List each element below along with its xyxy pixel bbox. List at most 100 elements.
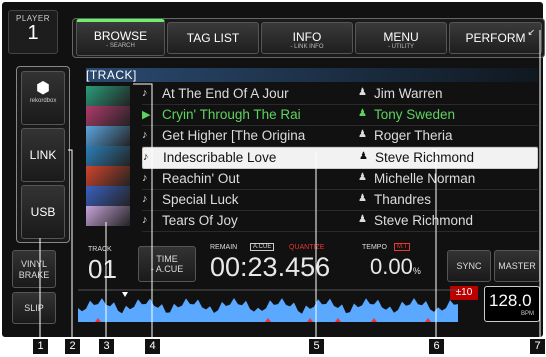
tab-menu[interactable]: MENU - UTILITY xyxy=(355,22,447,54)
tempo-unit: % xyxy=(412,266,421,276)
rekordbox-button[interactable]: ⬢ rekordbox xyxy=(21,71,65,125)
track-row[interactable]: ♪ Tears Of Joy ♟ Steve Richmond xyxy=(142,211,538,232)
track-title: Special Luck xyxy=(162,192,239,207)
artwork-thumb xyxy=(86,146,130,166)
usb-button[interactable]: USB xyxy=(21,185,65,239)
sync-button[interactable]: SYNC xyxy=(447,250,491,282)
track-artist: Jim Warren xyxy=(374,86,443,101)
person-icon: ♟ xyxy=(358,129,367,140)
artwork-thumb xyxy=(86,206,130,226)
track-list: ♪ At The End Of A Jour ♟ Jim Warren ▶ Cr… xyxy=(142,84,538,232)
tab-bar: BROWSE - SEARCH TAG LIST INFO - LINK INF… xyxy=(72,18,545,58)
music-note-icon: ♪ xyxy=(142,87,148,99)
tempo-value: 0.00 xyxy=(370,254,413,279)
artwork-thumb xyxy=(86,106,130,126)
track-title: Tears Of Joy xyxy=(162,213,238,228)
track-artist: Thandres xyxy=(374,192,432,207)
track-row[interactable]: ♪ Indescribable Love ♟ Steve Richmond xyxy=(142,147,538,169)
track-row[interactable]: ♪ Special Luck ♟ Thandres xyxy=(142,190,538,211)
person-icon: ♟ xyxy=(358,108,367,119)
master-label: MASTER xyxy=(498,261,536,271)
tab-perform[interactable]: PERFORM ↙ xyxy=(449,22,542,54)
auto-cue-tag: A.CUE xyxy=(250,243,275,251)
track-title: Cryin' Through The Rai xyxy=(162,107,301,122)
callout-7: 7 xyxy=(530,339,545,354)
auto-cue-label: - A.CUE xyxy=(150,264,184,274)
tab-menu-label: MENU xyxy=(383,30,419,44)
callout-4: 4 xyxy=(145,339,160,354)
person-icon: ♟ xyxy=(358,87,367,98)
usb-label: USB xyxy=(30,205,56,219)
callout-1: 1 xyxy=(33,339,48,354)
player-number: 1 xyxy=(27,22,39,44)
master-tempo-tag: M.T xyxy=(394,243,411,251)
bpm-display: 128.0 BPM xyxy=(484,286,540,322)
tempo-label: TEMPO xyxy=(362,244,387,251)
music-note-icon: ♪ xyxy=(142,129,148,141)
track-row[interactable]: ♪ Reachin' Out ♟ Michelle Norman xyxy=(142,169,538,190)
track-title: Reachin' Out xyxy=(162,171,240,186)
quantize-indicator: QUANTIZE xyxy=(289,244,325,251)
person-icon: ♟ xyxy=(358,172,367,183)
category-header: [TRACK] xyxy=(86,68,137,82)
bpm-value: 128.0 xyxy=(489,291,532,310)
tab-menu-sub: - UTILITY xyxy=(387,44,414,50)
tempo-value-display: 0.00% xyxy=(370,254,421,280)
callout-5: 5 xyxy=(309,339,324,354)
track-artist: Roger Theria xyxy=(374,128,453,143)
slip-button[interactable]: SLIP xyxy=(12,292,56,324)
rekordbox-label: rekordbox xyxy=(29,98,57,104)
tab-info[interactable]: INFO - LINK INFO xyxy=(261,22,353,54)
slip-label: SLIP xyxy=(24,303,44,313)
tab-tag-list[interactable]: TAG LIST xyxy=(167,22,259,54)
rekordbox-logo-icon: ⬢ xyxy=(36,80,50,97)
deck-info-panel: VINYL BRAKE SLIP TRACK 01 TIME - A.CUE R… xyxy=(4,240,545,337)
tab-info-label: INFO xyxy=(292,30,322,44)
auto-cue-indicator: A.CUE xyxy=(250,243,275,251)
artwork-thumb xyxy=(86,166,130,186)
time-mode-label: TIME xyxy=(156,254,178,264)
player-screen: PLAYER 1 BROWSE - SEARCH TAG LIST INFO -… xyxy=(2,2,545,337)
track-row[interactable]: ▶ Cryin' Through The Rai ♟ Tony Sweden xyxy=(142,105,538,126)
waveform-overview[interactable] xyxy=(78,288,458,322)
artwork-thumb xyxy=(86,126,130,146)
master-tempo-indicator: M.T xyxy=(394,243,411,251)
track-artist: Steve Richmond xyxy=(374,213,474,228)
person-icon: ♟ xyxy=(358,193,367,204)
music-note-icon: ♪ xyxy=(142,214,148,226)
tab-browse[interactable]: BROWSE - SEARCH xyxy=(76,19,165,56)
person-icon: ♟ xyxy=(359,151,368,162)
sync-label: SYNC xyxy=(456,261,482,271)
music-note-icon: ♪ xyxy=(142,172,148,184)
time-mode-button[interactable]: TIME - A.CUE xyxy=(138,246,196,282)
tab-browse-label: BROWSE xyxy=(93,29,148,43)
link-label: LINK xyxy=(29,148,57,162)
player-indicator: PLAYER 1 xyxy=(8,10,58,54)
tab-info-sub: - LINK INFO xyxy=(290,44,324,50)
tab-tag-list-label: TAG LIST xyxy=(186,31,240,45)
track-row[interactable]: ♪ Get Higher [The Origina ♟ Roger Theria xyxy=(142,126,538,147)
track-artist: Tony Sweden xyxy=(374,107,456,122)
bpm-unit: BPM xyxy=(520,311,534,317)
time-display: 00:23.456 xyxy=(210,252,331,282)
track-title: Indescribable Love xyxy=(163,150,277,165)
music-note-icon: ♪ xyxy=(143,151,149,163)
play-icon: ▶ xyxy=(142,109,151,121)
vinyl-brake-button[interactable]: VINYL BRAKE xyxy=(12,250,56,288)
link-button[interactable]: LINK xyxy=(21,128,65,182)
track-title: Get Higher [The Origina xyxy=(162,128,306,143)
track-artist: Steve Richmond xyxy=(375,150,475,165)
vinyl-brake-label: VINYL BRAKE xyxy=(18,259,50,280)
master-button[interactable]: MASTER xyxy=(494,250,540,282)
callout-2: 2 xyxy=(65,339,80,354)
remain-label: REMAIN xyxy=(210,244,238,251)
tab-browse-sub: - SEARCH xyxy=(106,43,135,49)
expand-arrow-icon: ↙ xyxy=(527,27,535,37)
track-number-label: TRACK xyxy=(88,246,112,253)
music-note-icon: ♪ xyxy=(142,193,148,205)
track-row[interactable]: ♪ At The End Of A Jour ♟ Jim Warren xyxy=(142,84,538,105)
track-artist: Michelle Norman xyxy=(374,171,476,186)
callout-3: 3 xyxy=(99,339,114,354)
media-sidebar: ⬢ rekordbox LINK USB xyxy=(16,66,70,243)
artwork-thumb xyxy=(86,86,130,106)
